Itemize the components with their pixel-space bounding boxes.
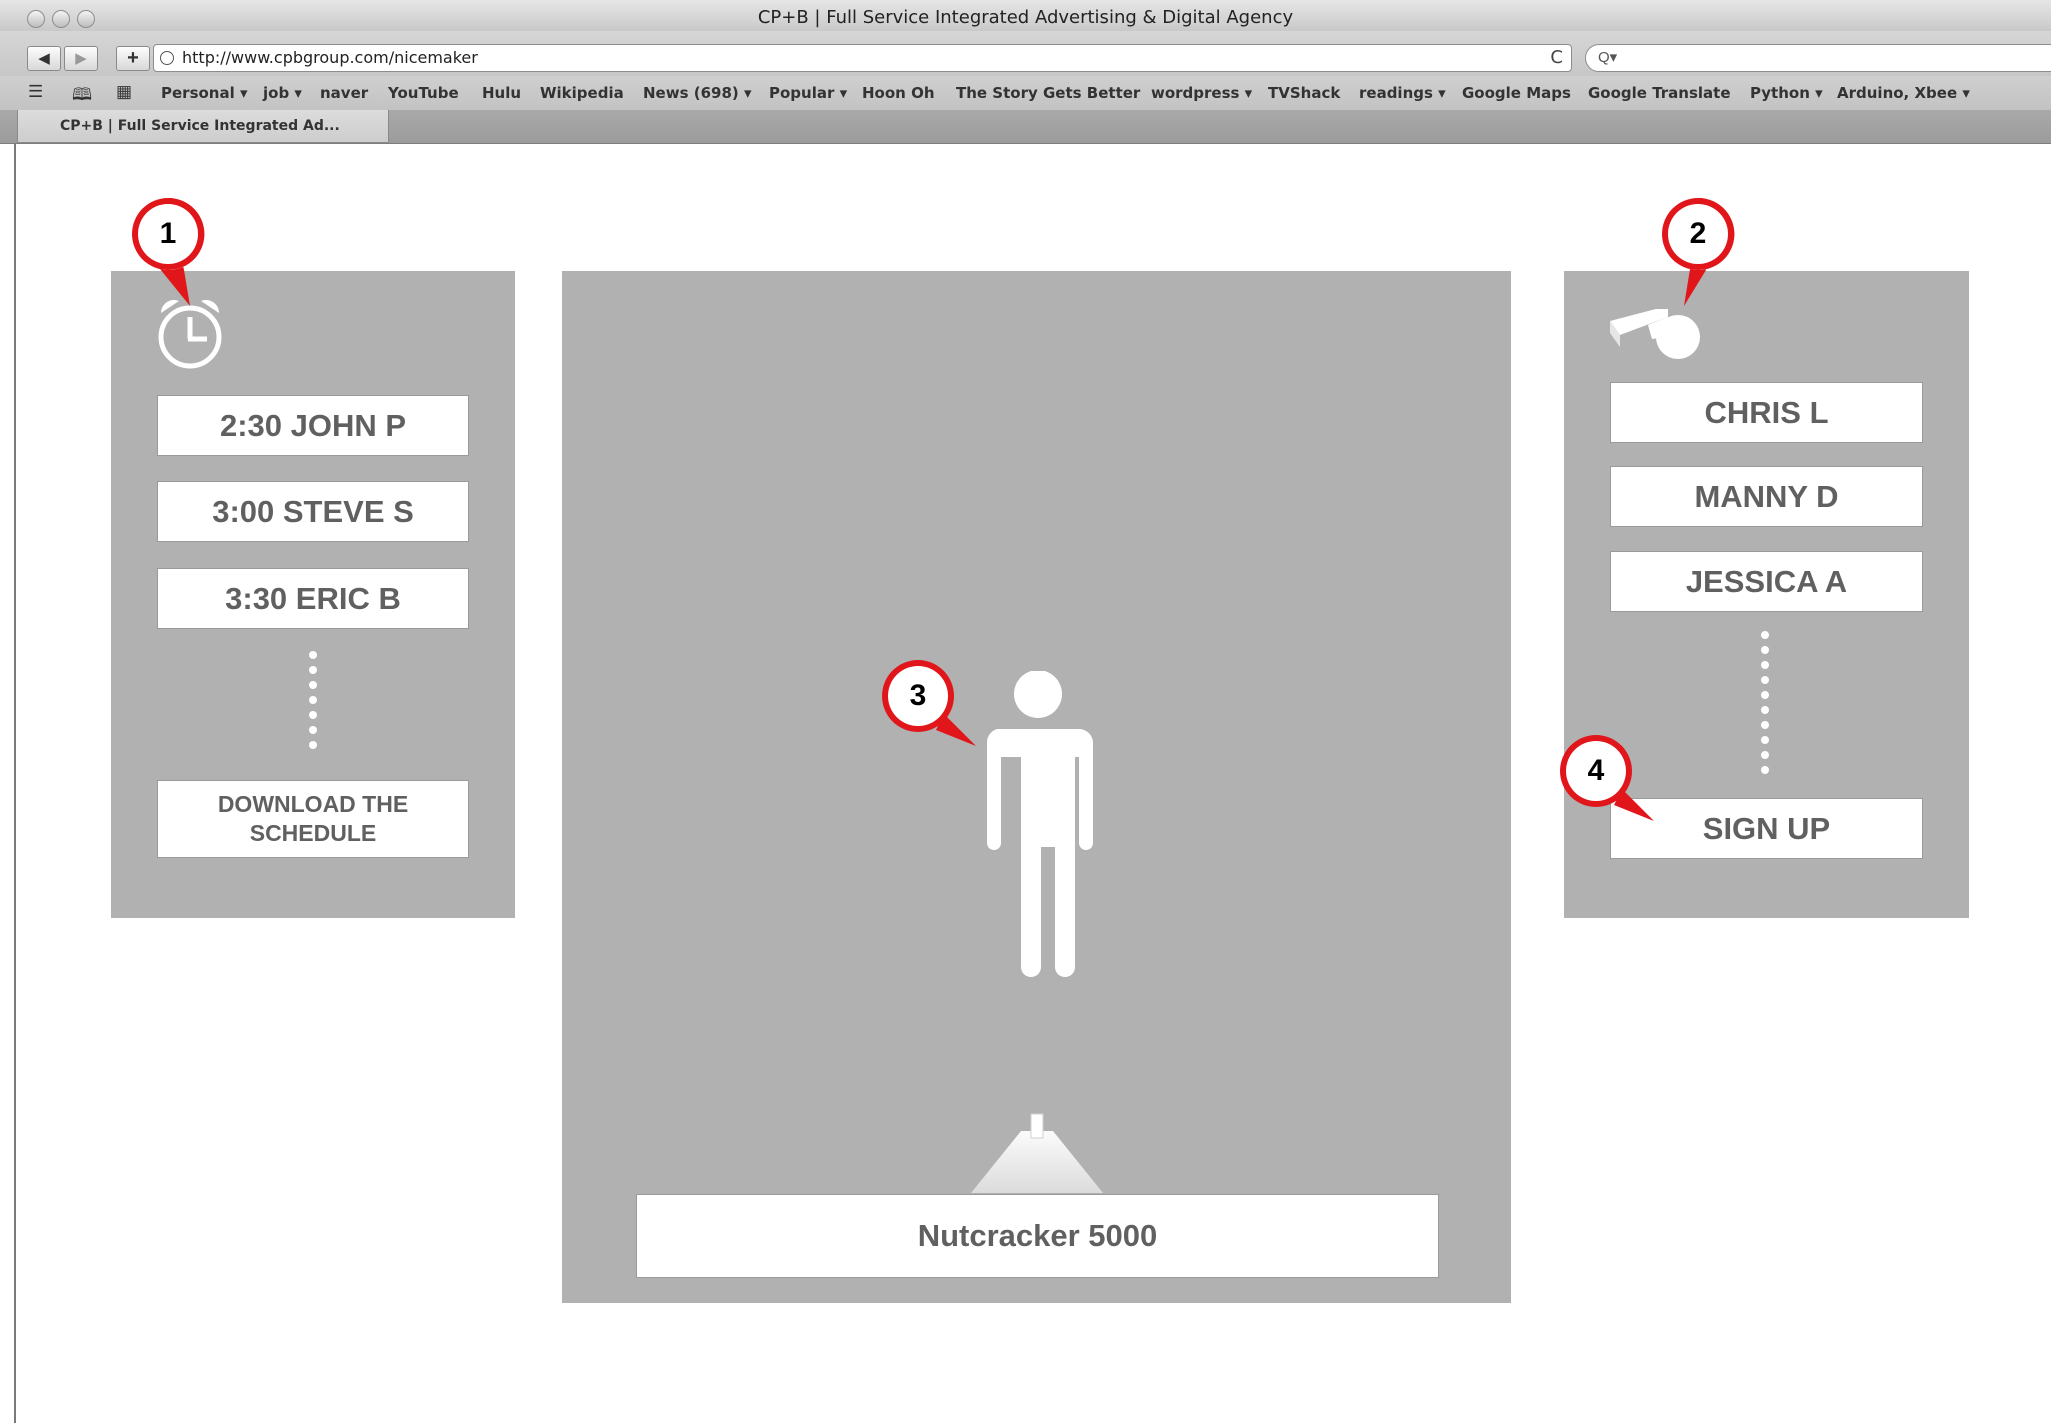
coach-item[interactable]: CHRIS L	[1610, 382, 1923, 443]
bookmarks-book-icon[interactable]: 🕮	[72, 82, 92, 111]
download-schedule-button[interactable]: DOWNLOAD THE SCHEDULE	[157, 780, 469, 858]
schedule-slot[interactable]: 2:30 JOHN P	[157, 395, 469, 456]
schedule-slot[interactable]: 3:30 ERIC B	[157, 568, 469, 629]
bookmark-item[interactable]: Python ▾	[1750, 84, 1823, 102]
bookmark-item[interactable]: Personal ▾	[161, 84, 248, 102]
more-items-dots	[309, 651, 317, 756]
annotation-marker-1: 1	[130, 196, 210, 306]
bookmark-item[interactable]: Wikipedia	[540, 84, 624, 102]
forward-button[interactable]: ▶	[64, 46, 98, 71]
globe-icon	[160, 51, 174, 65]
schedule-panel: 2:30 JOHN P 3:00 STEVE S 3:30 ERIC B DOW…	[111, 271, 515, 918]
reload-icon[interactable]: C	[1550, 45, 1563, 71]
marker-number: 3	[909, 679, 927, 712]
bookmark-item[interactable]: Hulu	[482, 84, 521, 102]
search-input[interactable]: Q▾	[1585, 44, 2051, 72]
more-items-dots	[1761, 631, 1769, 781]
bookmarks-bar: ☰ 🕮 ▦ Personal ▾ job ▾ naver YouTube Hul…	[0, 76, 2051, 110]
performer-name: Nutcracker 5000	[636, 1194, 1439, 1278]
marker-number: 4	[1587, 754, 1605, 787]
bookmark-item[interactable]: readings ▾	[1359, 84, 1446, 102]
top-sites-grid-icon[interactable]: ▦	[116, 82, 132, 102]
schedule-slot[interactable]: 3:00 STEVE S	[157, 481, 469, 542]
bookmark-item[interactable]: TVShack	[1268, 84, 1340, 102]
bookmark-item[interactable]: The Story Gets Better	[956, 84, 1140, 102]
bookmark-item[interactable]: YouTube	[388, 84, 459, 102]
person-icon	[986, 671, 1093, 977]
spotlight-icon	[971, 1113, 1103, 1193]
whistle-icon	[1610, 309, 1700, 359]
bookmark-item[interactable]: job ▾	[263, 84, 302, 102]
bookmark-item[interactable]: wordpress ▾	[1151, 84, 1252, 102]
stage-panel: Nutcracker 5000	[562, 271, 1511, 1303]
bookmark-item[interactable]: Arduino, Xbee ▾	[1837, 84, 1970, 102]
tab-bar: CP+B | Full Service Integrated Ad...	[0, 110, 2051, 144]
annotation-marker-4: 4	[1558, 733, 1654, 821]
address-bar[interactable]: http://www.cpbgroup.com/nicemaker C	[153, 44, 1572, 72]
coach-item[interactable]: JESSICA A	[1610, 551, 1923, 612]
url-text: http://www.cpbgroup.com/nicemaker	[182, 48, 478, 67]
reading-list-icon[interactable]: ☰	[28, 82, 43, 102]
window-titlebar: CP+B | Full Service Integrated Advertisi…	[0, 0, 2051, 32]
back-button[interactable]: ◀	[27, 46, 61, 71]
alarm-clock-icon	[158, 300, 222, 369]
bookmark-item[interactable]: Google Translate	[1588, 84, 1731, 102]
marker-number: 1	[159, 217, 177, 250]
bookmark-item[interactable]: Popular ▾	[769, 84, 847, 102]
bookmark-item[interactable]: naver	[320, 84, 368, 102]
window-edge	[14, 143, 16, 1423]
coach-item[interactable]: MANNY D	[1610, 466, 1923, 527]
window-title: CP+B | Full Service Integrated Advertisi…	[757, 7, 1294, 28]
annotation-marker-3: 3	[880, 658, 976, 746]
bookmark-item[interactable]: Google Maps	[1462, 84, 1571, 102]
annotation-marker-2: 2	[1660, 196, 1740, 306]
bookmark-item[interactable]: Hoon Oh	[862, 84, 935, 102]
marker-number: 2	[1689, 217, 1707, 250]
tab-active[interactable]: CP+B | Full Service Integrated Ad...	[17, 110, 389, 143]
add-bookmark-button[interactable]: +	[116, 46, 150, 71]
bookmark-item[interactable]: News (698) ▾	[643, 84, 752, 102]
